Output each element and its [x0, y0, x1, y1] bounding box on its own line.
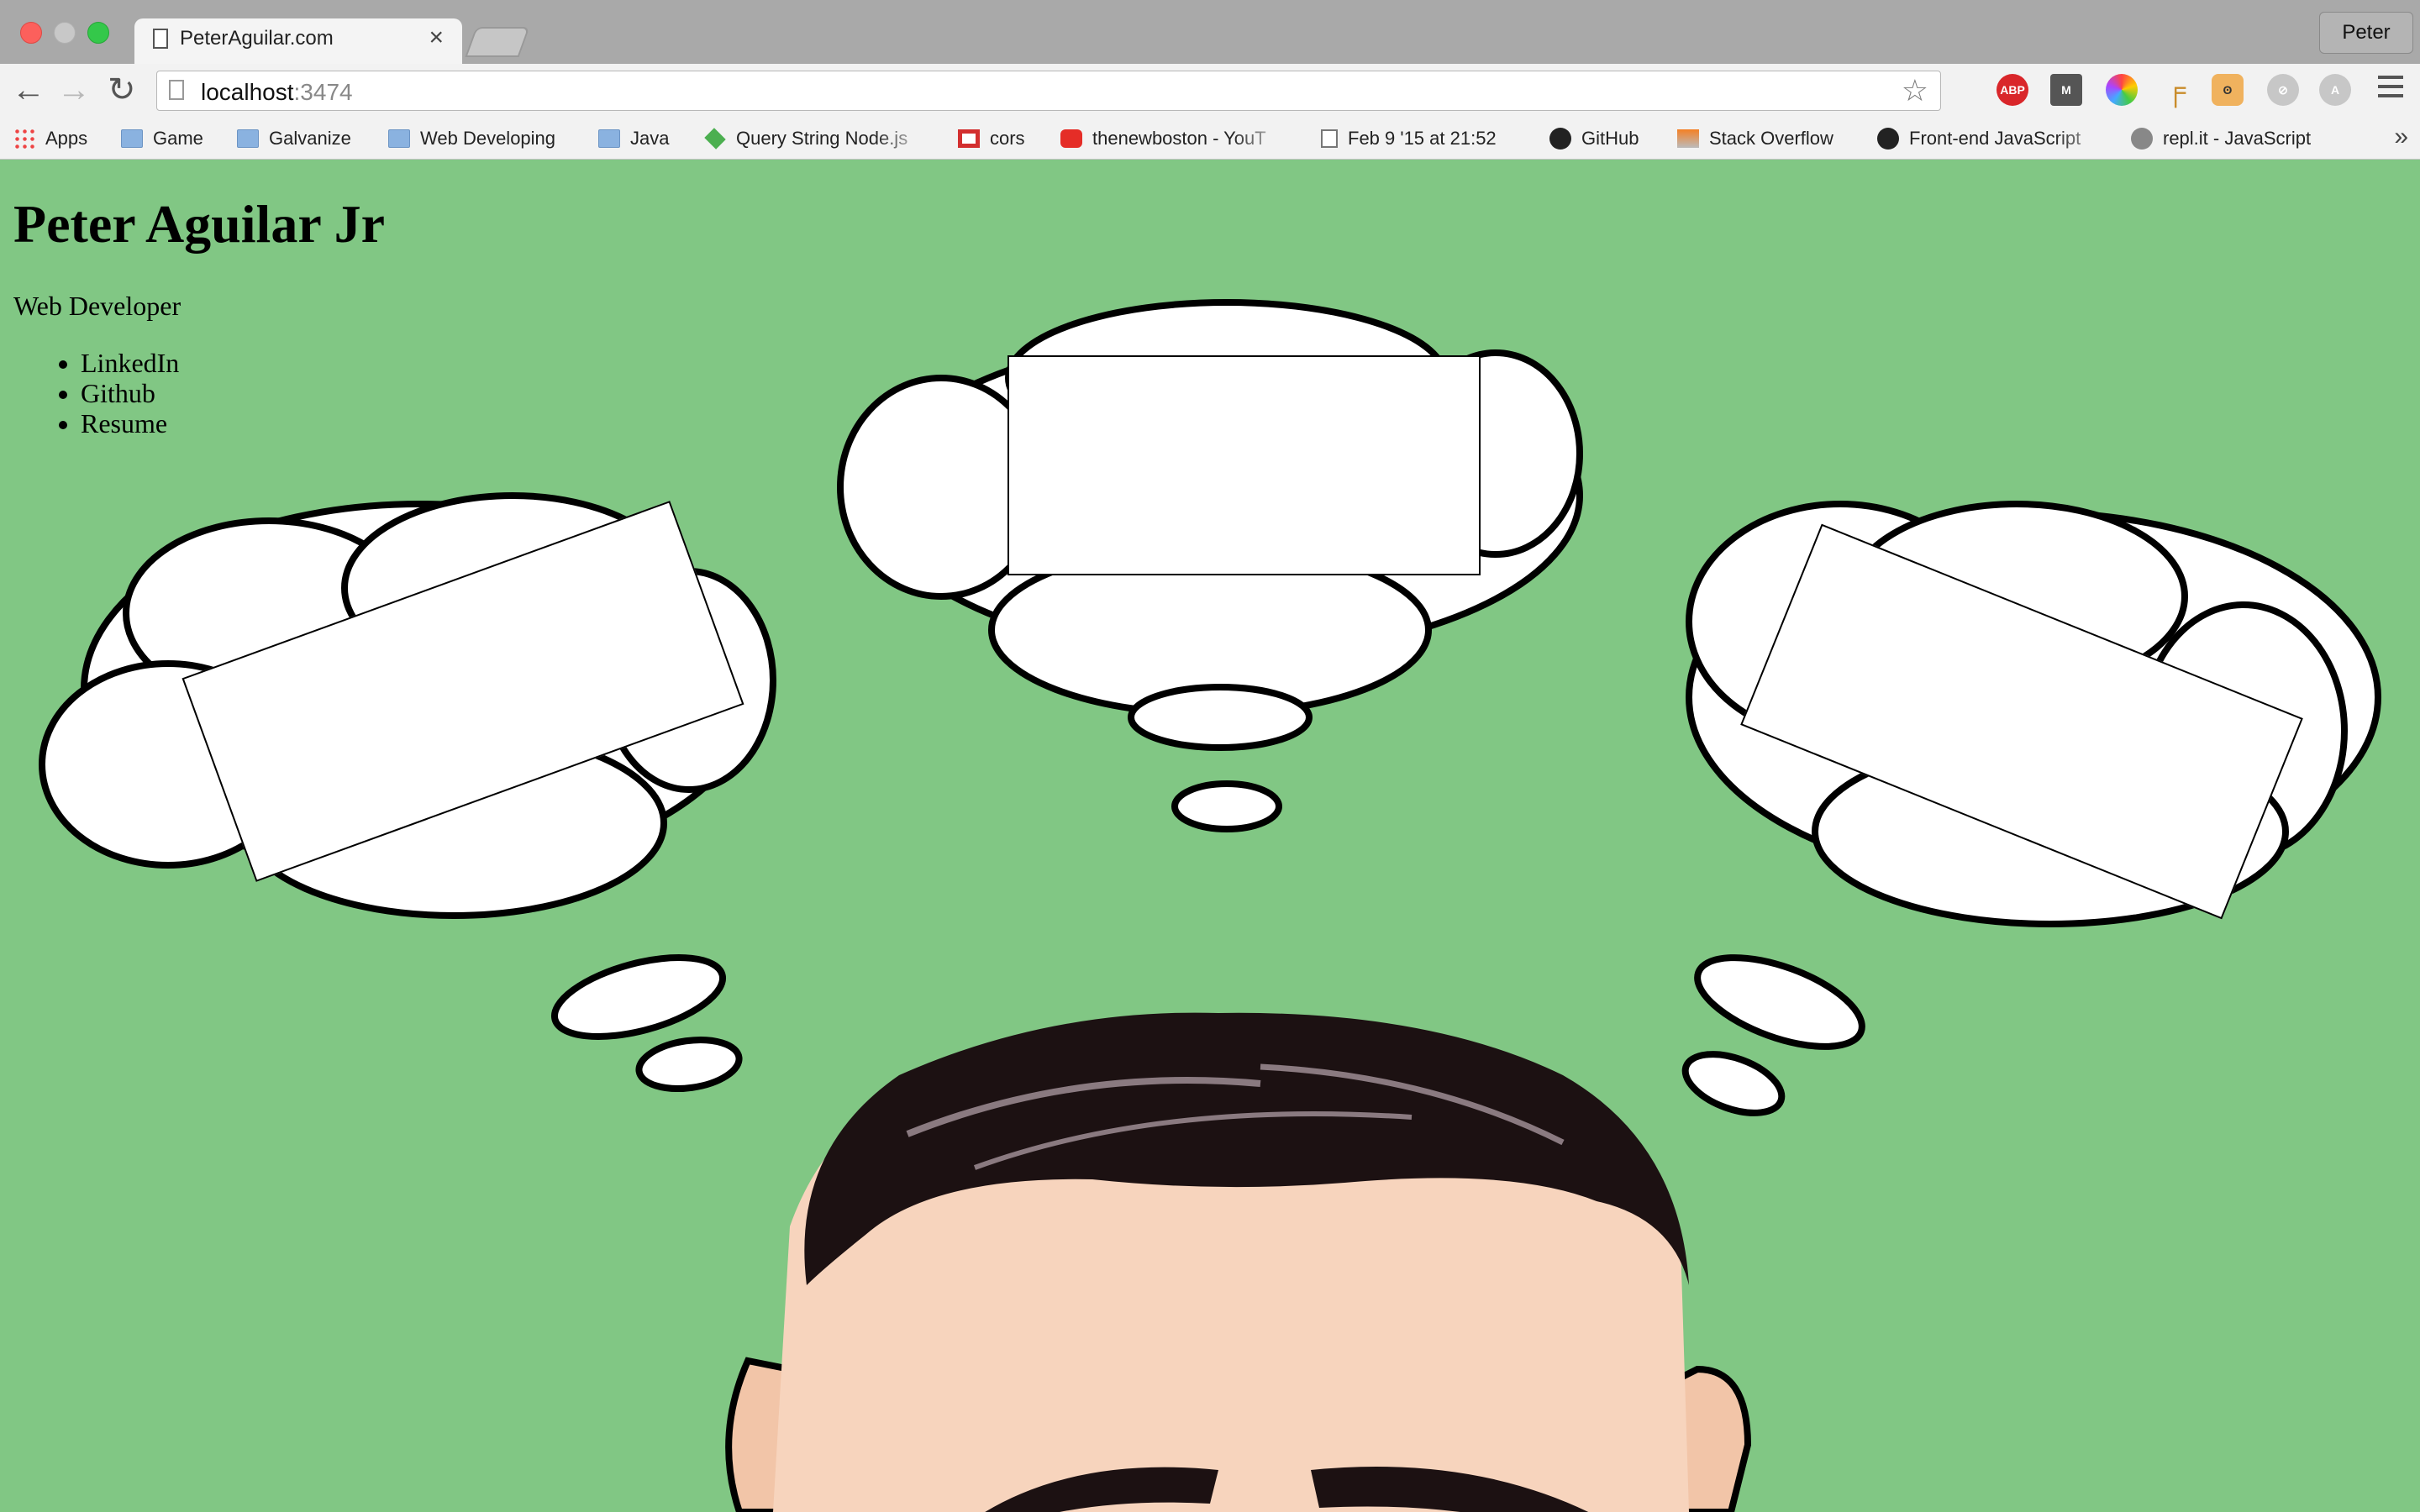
back-arrow-icon[interactable]: ←	[12, 72, 45, 108]
bookmark-folder-java[interactable]: Java	[598, 118, 669, 160]
bookmark-label: Apps	[45, 128, 88, 149]
nodejs-icon	[704, 128, 726, 150]
bookmark-feb-9[interactable]: Feb 9 '15 at 21:52	[1321, 118, 1497, 160]
forward-arrow-icon[interactable]: →	[57, 72, 91, 108]
bookmarks-bar: Apps Game Galvanize Web Developing Java …	[0, 118, 2420, 160]
bookmark-label: Web Developing	[420, 128, 556, 149]
m-extension-icon[interactable]: M	[2050, 74, 2082, 106]
left-thought-dot	[635, 1037, 743, 1092]
bookmark-label: Front-end JavaScript	[1909, 128, 2081, 149]
portrait-head	[725, 1012, 1752, 1512]
bookmark-folder-game[interactable]: Game	[121, 118, 203, 160]
right-thought-dot	[1694, 954, 1865, 1050]
close-window-button[interactable]	[20, 22, 42, 44]
folder-icon	[237, 129, 259, 148]
bookmark-star-icon[interactable]: ☆	[1902, 73, 1928, 108]
folder-icon	[598, 129, 620, 148]
bookmark-label: Feb 9 '15 at 21:52	[1348, 128, 1497, 149]
profile-links: LinkedIn Github Resume	[13, 348, 179, 438]
face-extension-icon[interactable]: ʘ	[2212, 74, 2244, 106]
bookmark-label: GitHub	[1581, 128, 1639, 149]
active-tab[interactable]: PeterAguilar.com ×	[134, 18, 462, 64]
github-link[interactable]: Github	[81, 378, 179, 408]
browser-toolbar: ← → ↻ localhost:3474 ☆ ABP M ╒ ʘ ⊘ A	[0, 64, 2420, 118]
tab-title: PeterAguilar.com	[180, 27, 334, 50]
resume-link[interactable]: Resume	[81, 408, 179, 438]
bookmark-github[interactable]: GitHub	[1549, 118, 1639, 160]
zoom-window-button[interactable]	[87, 22, 109, 44]
page-title: Peter Aguilar Jr	[13, 194, 385, 254]
new-tab-button[interactable]	[465, 27, 530, 57]
apps-grid-icon	[13, 128, 35, 150]
github-icon	[1877, 128, 1899, 150]
bookmark-apps[interactable]: Apps	[13, 118, 87, 160]
bookmark-stack-overflow[interactable]: Stack Overflow	[1677, 118, 1833, 160]
left-thought-dot	[550, 954, 727, 1040]
color-wheel-icon[interactable]	[2106, 74, 2138, 106]
browser-chrome: PeterAguilar.com × Peter ← → ↻ localhost…	[0, 0, 2420, 160]
tab-strip: PeterAguilar.com × Peter	[0, 0, 2420, 65]
bookmark-folder-galvanize[interactable]: Galvanize	[237, 118, 351, 160]
address-bar[interactable]: localhost:3474 ☆	[156, 71, 1941, 111]
bookmark-folder-web-developing[interactable]: Web Developing	[388, 118, 555, 160]
bookmark-label: repl.it - JavaScript	[2163, 128, 2312, 149]
bookmark-label: Query String Node.js	[736, 128, 908, 149]
minimize-window-button[interactable]	[54, 22, 76, 44]
profile-button[interactable]: Peter	[2319, 12, 2413, 54]
adblock-plus-icon[interactable]: ABP	[1996, 74, 2028, 106]
address-host: localhost	[201, 79, 294, 105]
replit-icon	[2131, 128, 2153, 150]
youtube-icon	[1060, 129, 1082, 148]
github-icon	[1549, 128, 1571, 150]
right-thought-dot	[1681, 1051, 1786, 1116]
bookmark-label: Game	[153, 128, 203, 149]
bookmark-thenewboston[interactable]: thenewboston - YouT	[1060, 118, 1289, 160]
stackoverflow-icon	[1677, 129, 1699, 148]
address-port: :3474	[293, 79, 353, 105]
address-text[interactable]: localhost:3474	[201, 79, 353, 106]
page-subtitle: Web Developer	[13, 291, 182, 321]
bookmark-label: Java	[630, 128, 670, 149]
document-icon	[1321, 129, 1338, 148]
bookmark-label: thenewboston - YouT	[1092, 128, 1266, 149]
tab-close-icon[interactable]: ×	[429, 24, 444, 52]
page-icon	[153, 29, 168, 49]
reload-icon[interactable]: ↻	[108, 72, 136, 108]
center-thought-dot	[1171, 780, 1282, 832]
page-icon	[169, 80, 184, 100]
hamburger-menu-icon[interactable]	[2378, 76, 2403, 104]
bookmark-cors[interactable]: cors	[958, 118, 1025, 160]
red-box-icon	[958, 129, 980, 148]
bookmark-replit[interactable]: repl.it - JavaScript	[2131, 118, 2311, 160]
a-extension-icon[interactable]: A	[2319, 74, 2351, 106]
folder-icon	[121, 129, 143, 148]
page-viewport: Peter Aguilar Jr Web Developer LinkedIn …	[0, 160, 2420, 1512]
center-thought-box[interactable]	[1007, 355, 1481, 575]
bookmarks-overflow-icon[interactable]: »	[2394, 123, 2408, 151]
folder-icon	[388, 129, 410, 148]
linkedin-link[interactable]: LinkedIn	[81, 348, 179, 378]
compass-extension-icon[interactable]: ⊘	[2267, 74, 2299, 106]
bookmark-label: Galvanize	[269, 128, 351, 149]
bookmark-front-end-javascript[interactable]: Front-end JavaScript	[1877, 118, 2114, 160]
center-thought-dot	[1128, 684, 1313, 751]
bookmark-query-string-node[interactable]: Query String Node.js	[704, 118, 931, 160]
pipe-tool-icon[interactable]: ╒	[2160, 74, 2191, 106]
bookmark-label: Stack Overflow	[1709, 128, 1833, 149]
bookmark-label: cors	[990, 128, 1025, 149]
